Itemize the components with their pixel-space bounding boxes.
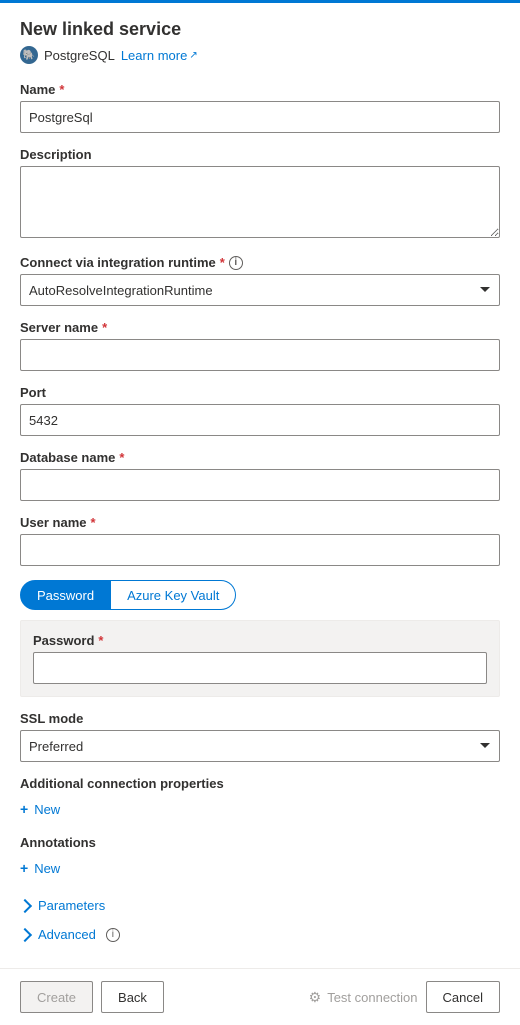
- footer-left: Create Back: [20, 981, 164, 1013]
- password-field-group: Password *: [33, 633, 487, 684]
- description-input[interactable]: [20, 166, 500, 238]
- footer: Create Back ⚙ Test connection Cancel: [0, 968, 520, 1025]
- test-connection-icon: ⚙: [309, 989, 322, 1006]
- runtime-label: Connect via integration runtime * i: [20, 255, 500, 270]
- password-label: Password *: [33, 633, 487, 648]
- annotations-plus-icon: +: [20, 860, 28, 876]
- database-label: Database name *: [20, 450, 500, 465]
- server-field-group: Server name *: [20, 320, 500, 371]
- runtime-select-wrapper: AutoResolveIntegrationRuntime: [20, 274, 500, 306]
- name-label: Name *: [20, 82, 500, 97]
- server-label: Server name *: [20, 320, 500, 335]
- database-input[interactable]: [20, 469, 500, 501]
- annotations-section: Annotations + New: [20, 835, 500, 880]
- password-section: Password *: [20, 620, 500, 697]
- create-button[interactable]: Create: [20, 981, 93, 1013]
- database-field-group: Database name *: [20, 450, 500, 501]
- additional-props-section: Additional connection properties + New: [20, 776, 500, 821]
- ssl-select-wrapper: Preferred Require Verify-CA Verify-Full …: [20, 730, 500, 762]
- port-label: Port: [20, 385, 500, 400]
- learn-more-link[interactable]: Learn more ↗: [121, 48, 198, 63]
- name-required: *: [59, 82, 64, 97]
- ssl-select[interactable]: Preferred Require Verify-CA Verify-Full …: [20, 730, 500, 762]
- annotations-label: Annotations: [20, 835, 500, 850]
- footer-right: ⚙ Test connection Cancel: [309, 981, 500, 1013]
- advanced-label: Advanced: [38, 927, 96, 942]
- name-input[interactable]: [20, 101, 500, 133]
- password-toggle-btn[interactable]: Password: [20, 580, 111, 610]
- ssl-field-group: SSL mode Preferred Require Verify-CA Ver…: [20, 711, 500, 762]
- parameters-row[interactable]: Parameters: [20, 894, 500, 917]
- advanced-info-icon[interactable]: i: [106, 928, 120, 942]
- additional-props-label: Additional connection properties: [20, 776, 500, 791]
- advanced-chevron-icon: [18, 927, 32, 941]
- annotations-add-new[interactable]: + New: [20, 856, 500, 880]
- runtime-field-group: Connect via integration runtime * i Auto…: [20, 255, 500, 306]
- parameters-chevron-icon: [18, 898, 32, 912]
- ssl-label: SSL mode: [20, 711, 500, 726]
- name-field-group: Name *: [20, 82, 500, 133]
- advanced-row[interactable]: Advanced i: [20, 923, 500, 946]
- subtitle-row: 🐘 PostgreSQL Learn more ↗: [20, 46, 500, 64]
- subtitle-text: PostgreSQL: [44, 48, 115, 63]
- runtime-info-icon[interactable]: i: [229, 256, 243, 270]
- server-required: *: [102, 320, 107, 335]
- back-button[interactable]: Back: [101, 981, 164, 1013]
- password-input[interactable]: [33, 652, 487, 684]
- postgres-icon: 🐘: [20, 46, 38, 64]
- auth-toggle-group: Password Azure Key Vault: [20, 580, 500, 610]
- runtime-select[interactable]: AutoResolveIntegrationRuntime: [20, 274, 500, 306]
- cancel-button[interactable]: Cancel: [426, 981, 500, 1013]
- server-input[interactable]: [20, 339, 500, 371]
- external-link-icon: ↗: [189, 50, 197, 61]
- username-required: *: [90, 515, 95, 530]
- description-field-group: Description: [20, 147, 500, 241]
- additional-props-add-new[interactable]: + New: [20, 797, 500, 821]
- port-input[interactable]: [20, 404, 500, 436]
- runtime-required: *: [220, 255, 225, 270]
- username-field-group: User name *: [20, 515, 500, 566]
- azure-key-vault-toggle-btn[interactable]: Azure Key Vault: [111, 580, 236, 610]
- username-label: User name *: [20, 515, 500, 530]
- test-connection-btn[interactable]: ⚙ Test connection: [309, 989, 418, 1006]
- description-label: Description: [20, 147, 500, 162]
- form-content: New linked service 🐘 PostgreSQL Learn mo…: [0, 3, 520, 968]
- parameters-label: Parameters: [38, 898, 105, 913]
- database-required: *: [119, 450, 124, 465]
- username-input[interactable]: [20, 534, 500, 566]
- password-required: *: [98, 633, 103, 648]
- page-title: New linked service: [20, 19, 500, 40]
- additional-plus-icon: +: [20, 801, 28, 817]
- port-field-group: Port: [20, 385, 500, 436]
